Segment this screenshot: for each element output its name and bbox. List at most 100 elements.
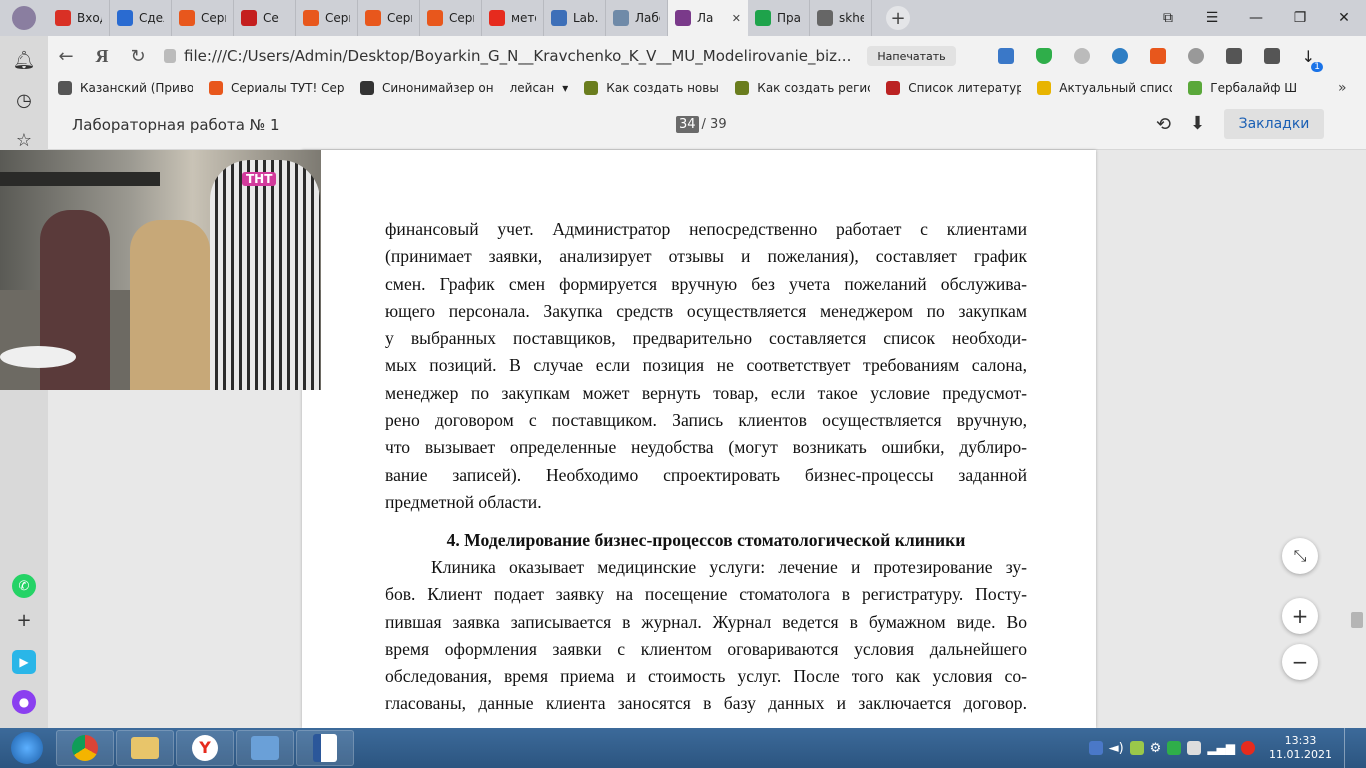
current-page-field[interactable]: 34: [676, 116, 699, 133]
profile-avatar[interactable]: [0, 0, 48, 36]
bookmark-6[interactable]: Список литератур: [886, 81, 1021, 95]
word-icon: [313, 734, 337, 762]
nvidia-tray-icon[interactable]: [1129, 741, 1144, 755]
bookmark-2[interactable]: Синонимайзер он: [360, 81, 494, 95]
fit-page-button[interactable]: ⤡: [1282, 538, 1318, 574]
usb-tray-icon[interactable]: [1187, 741, 1202, 755]
taskbar-yandex[interactable]: Y: [176, 730, 234, 766]
scrollbar-thumb[interactable]: [1351, 612, 1363, 628]
star-icon: [360, 81, 374, 95]
bookmark-5[interactable]: Как создать регис: [735, 81, 870, 95]
tab-3[interactable]: Се: [234, 0, 296, 36]
paragraph-1: финансовый учет. Администратор непосредс…: [385, 216, 1027, 516]
fox-ext-icon[interactable]: [1149, 48, 1166, 64]
start-button[interactable]: [0, 728, 54, 768]
tab-11[interactable]: Прак: [748, 0, 810, 36]
tabs-collection-icon[interactable]: ⧉: [1146, 0, 1190, 36]
tab-8[interactable]: Lab.d: [544, 0, 606, 36]
herbal-icon: [1188, 81, 1203, 95]
rotate-icon[interactable]: ⟲: [1156, 114, 1171, 135]
url-field[interactable]: file:///C:/Users/Admin/Desktop/Boyarkin_…: [156, 42, 860, 70]
bookmark-4[interactable]: Как создать новый: [584, 81, 719, 95]
fox-icon: [179, 10, 195, 26]
page-indicator: 34 / 39: [676, 116, 727, 133]
taskbar-explorer[interactable]: [116, 730, 174, 766]
translate-icon[interactable]: [997, 48, 1014, 64]
print-button[interactable]: Напечатать: [867, 46, 956, 66]
chrome-icon: [72, 735, 98, 761]
text-line: пившая заявка записывается в журнал. Жур…: [385, 611, 1027, 632]
favorites-star-icon[interactable]: ☆: [12, 128, 36, 152]
tab-9[interactable]: Лабо: [606, 0, 668, 36]
text-line: ющего персонала. Закупка средств осущест…: [385, 300, 1027, 321]
tab-6[interactable]: Сериа: [420, 0, 482, 36]
tab-12[interactable]: skhem: [810, 0, 872, 36]
teams-tray-icon[interactable]: [1088, 741, 1103, 755]
reload-button[interactable]: ↻: [120, 46, 156, 67]
add-panel-icon[interactable]: +: [12, 608, 36, 632]
zoom-in-button[interactable]: +: [1282, 598, 1318, 634]
minimize-button[interactable]: —: [1234, 0, 1278, 36]
wallet-icon[interactable]: [1263, 48, 1280, 64]
bookmark-label: Актуальный списо: [1059, 81, 1173, 95]
network-tray-icon[interactable]: ▂▄▆: [1207, 741, 1235, 755]
bookmark-label: Сериалы ТУТ! Сер: [231, 81, 344, 95]
bookmark-8[interactable]: Гербалайф Ш: [1188, 81, 1297, 95]
zoom-out-button[interactable]: −: [1282, 644, 1318, 680]
adblock-shield-icon[interactable]: [1035, 48, 1052, 64]
restore-button[interactable]: ❐: [1278, 0, 1322, 36]
bookmark-0[interactable]: Казанский (Приво: [58, 81, 193, 95]
history-icon[interactable]: ◷: [12, 88, 36, 112]
clock[interactable]: 13:33 11.01.2021: [1269, 734, 1332, 762]
bookmark-label: Гербалайф Ш: [1210, 81, 1298, 95]
taskbar-chrome[interactable]: [56, 730, 114, 766]
settings-tray-icon[interactable]: ⚙: [1150, 741, 1162, 756]
tab-2[interactable]: Сериа: [172, 0, 234, 36]
tab-5[interactable]: Сериа: [358, 0, 420, 36]
tab-10[interactable]: Ла ✕: [668, 0, 748, 36]
notifications-icon[interactable]: 🔔︎: [12, 48, 36, 72]
close-window-button[interactable]: ✕: [1322, 0, 1366, 36]
search-ext-icon[interactable]: [1073, 48, 1090, 64]
close-tab-icon[interactable]: ✕: [732, 12, 741, 25]
tab-1[interactable]: Сдел: [110, 0, 172, 36]
whatsapp-icon[interactable]: ✆: [12, 574, 36, 598]
yandex-tray-icon[interactable]: [1241, 741, 1256, 755]
tab-4[interactable]: Сериа: [296, 0, 358, 36]
extension-icon[interactable]: [1225, 48, 1242, 64]
yandex-icon: [489, 10, 505, 26]
s-icon: [584, 81, 599, 95]
new-tab-button[interactable]: +: [886, 6, 910, 30]
show-desktop-button[interactable]: [1344, 728, 1356, 768]
downloads-icon[interactable]: ↓ 1: [1302, 47, 1324, 72]
yandex-logo-icon[interactable]: Я: [84, 46, 120, 67]
taskbar-word[interactable]: [296, 730, 354, 766]
taskbar-control-panel[interactable]: [236, 730, 294, 766]
tab-label: Сдел: [139, 11, 164, 25]
text-line: время оформления заявки с клиентом огова…: [385, 638, 1027, 659]
alice-icon[interactable]: ●: [12, 690, 36, 714]
menu-icon[interactable]: ☰: [1190, 0, 1234, 36]
tab-7[interactable]: метод: [482, 0, 544, 36]
volume-tray-icon[interactable]: ◄): [1109, 741, 1124, 756]
messenger-icon[interactable]: ▶: [12, 650, 36, 674]
video-popup[interactable]: ТНТ: [0, 150, 321, 390]
globe-ext-icon[interactable]: [1187, 48, 1204, 64]
text-line: бов. Клиент подает заявку на посещение с…: [385, 584, 1027, 605]
bookmark-1[interactable]: Сериалы ТУТ! Сер: [209, 81, 344, 95]
vpn-icon[interactable]: [1111, 48, 1128, 64]
person-2-graphic: [130, 220, 210, 390]
bookmarks-button[interactable]: Закладки: [1224, 109, 1324, 139]
security-tray-icon[interactable]: [1167, 741, 1182, 755]
text-line: финансовый учет. Администратор непосредс…: [385, 219, 1027, 239]
bookmark-3[interactable]: лейсан ▾: [510, 81, 569, 95]
back-button[interactable]: ←: [48, 46, 84, 67]
fox-icon: [209, 81, 223, 95]
more-bookmarks-icon[interactable]: »: [1338, 80, 1347, 96]
tab-label: Сериа: [201, 11, 226, 25]
download-icon[interactable]: ⬇: [1190, 113, 1205, 134]
bookmark-7[interactable]: Актуальный списо: [1037, 81, 1172, 95]
bookmarks-bar: Казанский (Приво Сериалы ТУТ! Сер Синонима…: [48, 76, 1366, 100]
paragraph-2: Клиника оказывает медицинские услуги: ле…: [385, 554, 1027, 718]
tab-0[interactable]: Входя: [48, 0, 110, 36]
